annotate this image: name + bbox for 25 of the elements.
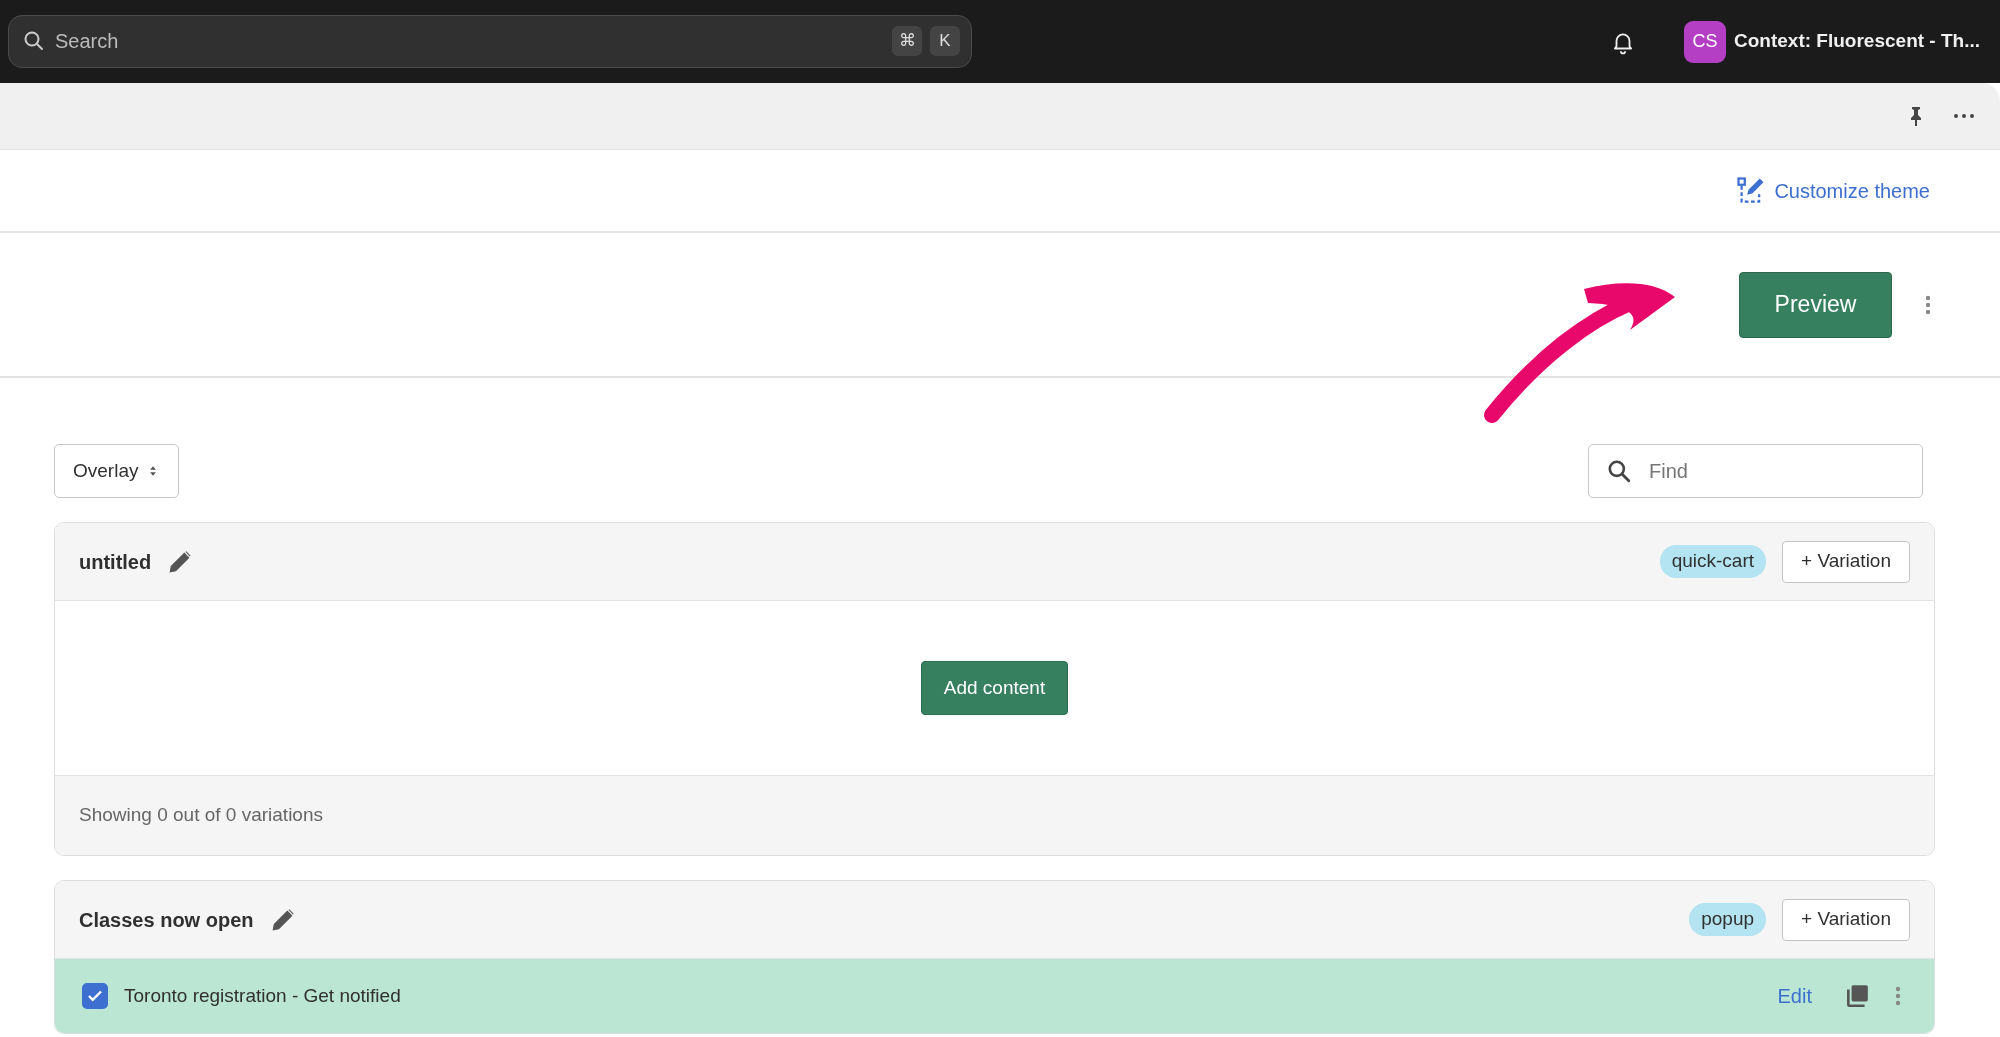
shortcut-key: K: [930, 26, 960, 56]
customize-theme-link[interactable]: Customize theme: [1736, 175, 1930, 206]
type-tag: popup: [1689, 903, 1767, 936]
type-tag: quick-cart: [1659, 545, 1767, 578]
find-field[interactable]: Find: [1588, 444, 1923, 498]
variation-name: Toronto registration - Get notified: [124, 983, 401, 1008]
group-title: untitled: [79, 549, 152, 575]
account-name[interactable]: Context: Fluorescent - Th...: [1734, 27, 1980, 56]
search-icon: [22, 29, 46, 53]
variations-count: Showing 0 out of 0 variations: [79, 803, 323, 828]
preview-button[interactable]: Preview: [1739, 271, 1892, 338]
pencil-icon[interactable]: [269, 906, 296, 933]
add-variation-button[interactable]: + Variation: [1782, 898, 1910, 941]
search-icon: [1606, 458, 1632, 484]
shortcut-key: ⌘: [892, 26, 922, 56]
add-variation-button[interactable]: + Variation: [1782, 540, 1910, 583]
add-content-button[interactable]: Add content: [920, 661, 1069, 715]
group-title: Classes now open: [79, 907, 254, 933]
edit-link[interactable]: Edit: [1777, 981, 1812, 1011]
copy-icon[interactable]: [1844, 983, 1870, 1009]
pencil-icon[interactable]: [167, 548, 194, 575]
checkbox[interactable]: [82, 983, 108, 1009]
variation-row[interactable]: Toronto registration - Get notified Edit: [55, 959, 1934, 1033]
avatar[interactable]: CS: [1684, 20, 1727, 63]
view-select[interactable]: Overlay: [54, 444, 180, 498]
